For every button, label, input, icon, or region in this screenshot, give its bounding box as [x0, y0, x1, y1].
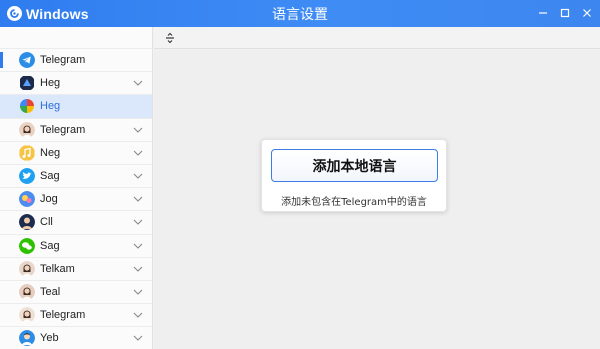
add-language-description: 添加未包含在Telegram中的语言 [281, 197, 427, 208]
chevron-down-icon[interactable] [133, 218, 143, 226]
account-label: Heg [40, 100, 61, 113]
sidebar-header [0, 27, 152, 49]
account-item[interactable]: Telegram [0, 119, 152, 142]
bird-icon [19, 168, 35, 185]
app-icon [19, 75, 35, 91]
chevron-down-icon[interactable] [133, 172, 143, 180]
person-dark-avatar [19, 214, 35, 231]
person-blue-avatar [19, 330, 35, 347]
account-item[interactable]: Telkam [0, 258, 152, 281]
chevron-down-icon[interactable] [133, 334, 143, 342]
music-icon [19, 145, 35, 161]
chevron-down-icon[interactable] [133, 288, 143, 296]
account-item[interactable]: Neg [0, 142, 152, 165]
account-list: Telegram Heg Heg Telegram Neg Sag Jog Cll Sag Tel… [0, 49, 152, 349]
maximize-icon[interactable] [558, 5, 572, 21]
wechat-icon [19, 237, 35, 254]
account-label: Yeb [40, 332, 59, 345]
chevron-down-icon[interactable] [133, 149, 143, 157]
account-item[interactable]: Teal [0, 281, 152, 305]
pinwheel-icon [19, 98, 35, 114]
account-item[interactable]: Heg [0, 95, 152, 119]
account-label: Telegram [40, 309, 86, 322]
person-avatar [19, 121, 35, 138]
account-item[interactable]: Cll [0, 211, 152, 235]
account-item[interactable]: Sag [0, 235, 152, 258]
telegram-icon [19, 52, 35, 69]
window-controls [536, 5, 594, 21]
account-label: Telegram [40, 54, 86, 67]
chevron-down-icon[interactable] [133, 79, 143, 87]
account-label: Cll [40, 216, 53, 229]
person-avatar [19, 307, 35, 324]
sort-icon[interactable] [164, 32, 176, 44]
add-language-card: 添加本地语言 添加未包含在Telegram中的语言 [261, 139, 447, 212]
chevron-down-icon[interactable] [133, 265, 143, 273]
account-label: Telegram [40, 123, 86, 136]
account-item[interactable]: Jog [0, 188, 152, 212]
window-title: 语言设置 [272, 7, 328, 23]
account-label: Sag [40, 170, 60, 183]
close-icon[interactable] [580, 5, 594, 21]
person-avatar [19, 260, 35, 277]
account-sidebar: Telegram Heg Heg Telegram Neg Sag Jog Cll Sag Tel… [0, 27, 153, 349]
account-item[interactable]: Telegram [0, 304, 152, 328]
person-avatar [19, 283, 35, 300]
chevron-down-icon[interactable] [133, 311, 143, 319]
account-item[interactable]: Heg [0, 72, 152, 96]
account-label: Sag [40, 239, 60, 252]
chevron-down-icon[interactable] [133, 126, 143, 134]
minimize-icon[interactable] [536, 5, 550, 21]
jog-icon [19, 191, 35, 208]
account-label: Telkam [40, 262, 75, 275]
title-bar: Windows 语言设置 [0, 0, 600, 27]
account-item[interactable]: Sag [0, 165, 152, 189]
chevron-down-icon[interactable] [133, 242, 143, 250]
chevron-down-icon[interactable] [133, 195, 143, 203]
account-label: Teal [40, 285, 61, 298]
add-local-language-button[interactable]: 添加本地语言 [271, 149, 438, 182]
account-label: Neg [40, 146, 61, 159]
account-label: Jog [40, 193, 58, 206]
account-item[interactable]: Yeb [0, 327, 152, 349]
account-item[interactable]: Telegram [0, 49, 152, 73]
toolbar [154, 27, 600, 49]
account-label: Heg [40, 77, 61, 90]
